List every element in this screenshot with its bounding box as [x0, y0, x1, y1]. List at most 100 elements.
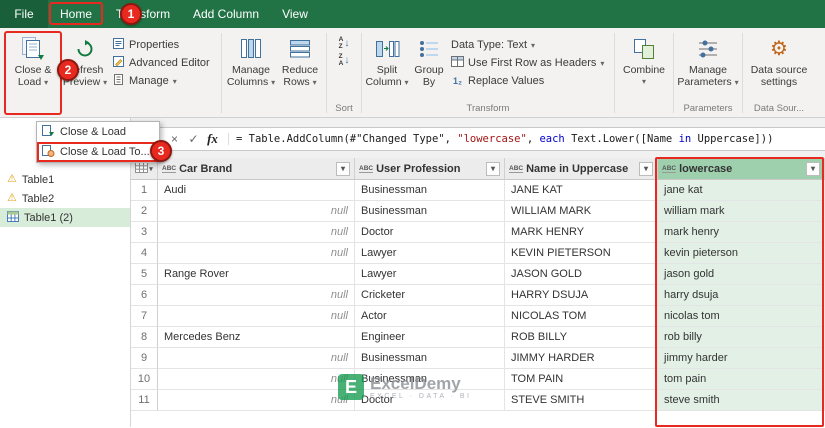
grid-cell[interactable]: Businessman: [355, 348, 505, 369]
row-number[interactable]: 4: [131, 243, 158, 264]
tab-add-column[interactable]: Add Column: [182, 0, 270, 28]
grid-cell[interactable]: Engineer: [355, 327, 505, 348]
down-arrow-icon: ↓: [344, 55, 350, 66]
grid-cell[interactable]: jane kat: [658, 180, 825, 201]
menu-item-close-and-load[interactable]: Close & Load: [37, 122, 159, 142]
grid-cell[interactable]: Lawyer: [355, 264, 505, 285]
grid-cell[interactable]: Businessman: [355, 369, 505, 390]
properties-button[interactable]: Properties: [110, 36, 218, 54]
advanced-editor-button[interactable]: Advanced Editor: [110, 54, 218, 72]
grid-cell[interactable]: Lawyer: [355, 243, 505, 264]
group-by-icon: [416, 35, 442, 63]
close-and-load-button[interactable]: Close & Load ▾: [6, 31, 60, 89]
grid-cell[interactable]: steve smith: [658, 390, 825, 411]
grid-cell[interactable]: STEVE SMITH: [505, 390, 658, 411]
grid-cell[interactable]: Doctor: [355, 222, 505, 243]
sort-group-label: Sort: [335, 103, 353, 114]
grid-cell[interactable]: null: [158, 285, 355, 306]
manage-columns-icon: [238, 35, 264, 63]
formula-input[interactable]: = Table.AddColumn(#"Changed Type", "lowe…: [228, 133, 825, 145]
combine-button[interactable]: Combine ▾: [618, 31, 670, 88]
grid-cell[interactable]: Doctor: [355, 390, 505, 411]
text-type-icon: ABC: [359, 164, 374, 173]
grid-cell[interactable]: KEVIN PIETERSON: [505, 243, 658, 264]
grid-cell[interactable]: mark henry: [658, 222, 825, 243]
chevron-down-icon: ▾: [734, 78, 739, 87]
grid-cell[interactable]: tom pain: [658, 369, 825, 390]
menu-item-close-and-load-to[interactable]: Close & Load To...: [37, 142, 159, 162]
grid-cell[interactable]: william mark: [658, 201, 825, 222]
grid-cell[interactable]: jason gold: [658, 264, 825, 285]
query-item-table1[interactable]: ⚠ Table1: [0, 170, 130, 189]
row-number[interactable]: 3: [131, 222, 158, 243]
replace-values-button[interactable]: 1₂ Replace Values: [449, 72, 611, 90]
row-number[interactable]: 7: [131, 306, 158, 327]
grid-cell[interactable]: WILLIAM MARK: [505, 201, 658, 222]
grid-cell[interactable]: null: [158, 369, 355, 390]
grid-cell[interactable]: Businessman: [355, 180, 505, 201]
commit-icon[interactable]: ✓: [184, 132, 203, 146]
filter-dropdown-icon[interactable]: ▾: [806, 161, 820, 176]
column-header-lowercase[interactable]: ABC lowercase ▾: [658, 158, 825, 180]
grid-cell[interactable]: null: [158, 348, 355, 369]
grid-cell[interactable]: Actor: [355, 306, 505, 327]
grid-cell[interactable]: null: [158, 306, 355, 327]
filter-dropdown-icon[interactable]: ▾: [336, 161, 350, 176]
row-number[interactable]: 9: [131, 348, 158, 369]
manage-columns-button[interactable]: Manage Columns ▾: [225, 31, 277, 89]
parameters-group-label: Parameters: [683, 103, 733, 114]
grid-cell[interactable]: HARRY DSUJA: [505, 285, 658, 306]
grid-cell[interactable]: Businessman: [355, 201, 505, 222]
manage-button[interactable]: Manage ▾: [110, 72, 218, 90]
grid-cell[interactable]: jimmy harder: [658, 348, 825, 369]
grid-cell[interactable]: nicolas tom: [658, 306, 825, 327]
data-type-button[interactable]: Data Type: Text ▾: [449, 36, 611, 54]
use-first-row-as-headers-button[interactable]: Use First Row as Headers ▾: [449, 54, 611, 72]
grid-cell[interactable]: harry dsuja: [658, 285, 825, 306]
manage-parameters-button[interactable]: Manage Parameters ▾: [677, 31, 739, 89]
row-number[interactable]: 6: [131, 285, 158, 306]
grid-cell[interactable]: JASON GOLD: [505, 264, 658, 285]
tab-file[interactable]: File: [0, 0, 48, 28]
grid-cell[interactable]: kevin pieterson: [658, 243, 825, 264]
grid-cell[interactable]: Audi: [158, 180, 355, 201]
grid-cell[interactable]: null: [158, 201, 355, 222]
grid-cell[interactable]: null: [158, 243, 355, 264]
row-number[interactable]: 10: [131, 369, 158, 390]
column-header-car-brand[interactable]: ABC Car Brand ▾: [158, 158, 355, 180]
reduce-rows-button[interactable]: Reduce Rows ▾: [277, 31, 323, 89]
grid-cell[interactable]: MARK HENRY: [505, 222, 658, 243]
grid-cell[interactable]: ROB BILLY: [505, 327, 658, 348]
row-number[interactable]: 2: [131, 201, 158, 222]
column-header-name-in-uppercase[interactable]: ABC Name in Uppercase ▾: [505, 158, 658, 180]
column-header-user-profession[interactable]: ABC User Profession ▾: [355, 158, 505, 180]
sort-ascending-button[interactable]: AZ ↓: [339, 36, 350, 50]
row-number[interactable]: 1: [131, 180, 158, 201]
text-type-icon: ABC: [162, 164, 177, 173]
tab-view[interactable]: View: [270, 0, 320, 28]
filter-dropdown-icon[interactable]: ▾: [486, 161, 500, 176]
row-number[interactable]: 8: [131, 327, 158, 348]
row-number[interactable]: 11: [131, 390, 158, 411]
sort-descending-button[interactable]: ZA ↓: [339, 53, 350, 67]
filter-dropdown-icon[interactable]: ▾: [639, 161, 653, 176]
grid-cell[interactable]: Cricketer: [355, 285, 505, 306]
grid-cell[interactable]: NICOLAS TOM: [505, 306, 658, 327]
grid-cell[interactable]: JIMMY HARDER: [505, 348, 658, 369]
grid-cell[interactable]: rob billy: [658, 327, 825, 348]
split-column-button[interactable]: Split Column ▾: [365, 31, 409, 89]
row-number[interactable]: 5: [131, 264, 158, 285]
query-item-table2[interactable]: ⚠ Table2: [0, 189, 130, 208]
group-by-button[interactable]: Group By: [409, 31, 449, 88]
grid-cell[interactable]: null: [158, 222, 355, 243]
manage-parameters-icon: [695, 35, 721, 63]
tab-home[interactable]: Home: [48, 0, 104, 28]
grid-cell[interactable]: TOM PAIN: [505, 369, 658, 390]
grid-cell[interactable]: null: [158, 390, 355, 411]
data-source-settings-button[interactable]: ⚙ Data source settings: [746, 31, 812, 88]
grid-cell[interactable]: JANE KAT: [505, 180, 658, 201]
grid-cell[interactable]: Range Rover: [158, 264, 355, 285]
grid-cell[interactable]: Mercedes Benz: [158, 327, 355, 348]
tab-transform[interactable]: Transform: [104, 0, 182, 28]
query-item-table1-2[interactable]: Table1 (2): [0, 208, 130, 227]
